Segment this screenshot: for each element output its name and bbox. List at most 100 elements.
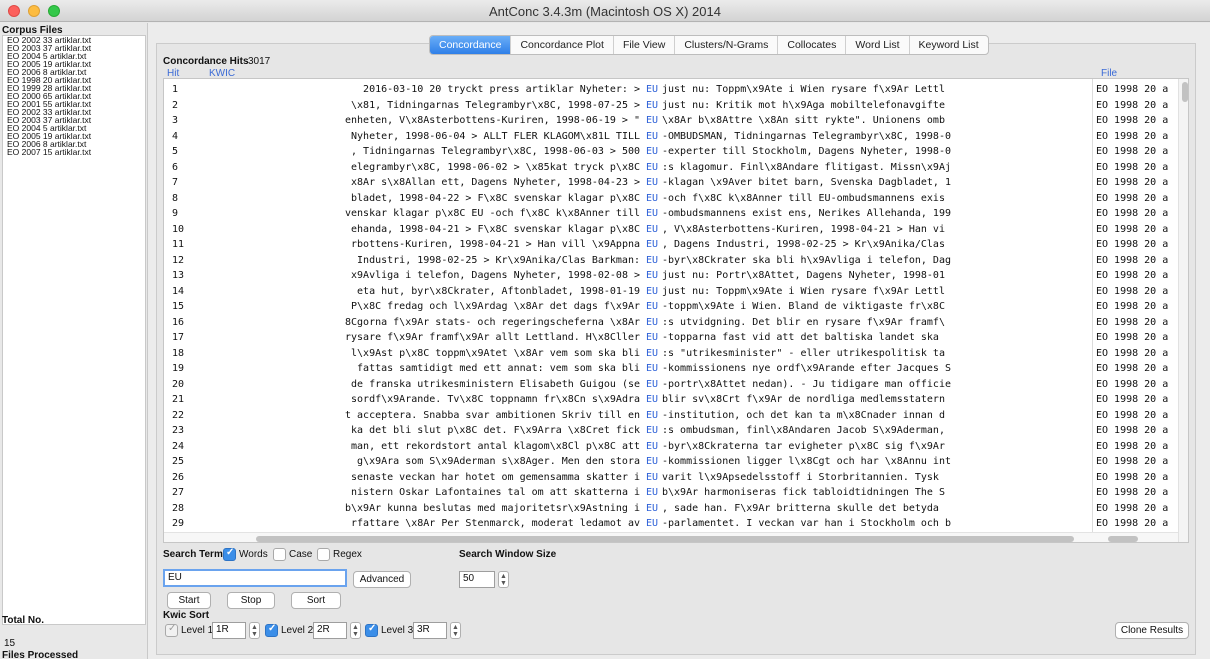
table-row[interactable]: 29 rfattare \x8Ar Per Stenmarck, moderat …: [164, 516, 1176, 532]
right-context: :s "utrikesminister" - eller utrikespoli…: [662, 347, 945, 359]
keyword: EU: [646, 487, 659, 498]
table-row[interactable]: 25 g\x9Ara som S\x9Aderman s\x8Ager. Men …: [164, 454, 1176, 470]
level2-stepper[interactable]: ▲ ▼: [350, 622, 361, 639]
table-row[interactable]: 15 P\x8C fredag och l\x9Ardag \x8Ar det d…: [164, 299, 1176, 315]
hit-number: 6: [172, 161, 179, 173]
level3-checkbox[interactable]: [365, 623, 378, 637]
table-row[interactable]: 19 fattas samtidigt med ett annat: vem so…: [164, 361, 1176, 377]
table-row[interactable]: 26 senaste veckan har hotet om gemensamma…: [164, 470, 1176, 486]
table-row[interactable]: 5 , Tidningarnas Telegrambyr\x8C, 1998-06…: [164, 144, 1176, 160]
tab-word-list[interactable]: Word List: [846, 36, 910, 54]
right-context: -och f\x8C k\x8Anner till EU-ombudsmanne…: [662, 192, 945, 204]
vertical-scrollbar[interactable]: [1178, 79, 1188, 542]
keyword: EU: [646, 239, 659, 250]
left-context: fattas samtidigt med ett annat: vem som …: [357, 363, 640, 374]
table-row[interactable]: 13 x9Avliga i telefon, Dagens Nyheter, 19…: [164, 268, 1176, 284]
right-context: -OMBUDSMAN, Tidningarnas Telegrambyr\x8C…: [662, 130, 951, 142]
keyword: EU: [646, 502, 659, 514]
words-checkbox-label: Words: [239, 549, 268, 560]
level3-input[interactable]: 3R: [413, 622, 447, 639]
level1-label: Level 1: [181, 625, 214, 636]
level3-stepper[interactable]: ▲ ▼: [450, 622, 461, 639]
keyword: EU: [646, 425, 659, 436]
search-window-size-input[interactable]: 50: [459, 571, 495, 588]
table-row[interactable]: 17 rysare f\x9Ar framf\x9Ar allt Lettland…: [164, 330, 1176, 346]
table-row[interactable]: 24 man, ett rekordstort antal klagom\x8Cl…: [164, 439, 1176, 455]
stop-button[interactable]: Stop: [227, 592, 275, 609]
level1-input[interactable]: 1R: [212, 622, 246, 639]
tab-collocates[interactable]: Collocates: [778, 36, 847, 54]
keyword: EU: [646, 471, 659, 483]
left-context: \x81, Tidningarnas Telegrambyr\x8C, 1998…: [351, 99, 640, 111]
vertical-scroll-thumb[interactable]: [1182, 82, 1188, 102]
left-context: senaste veckan har hotet om gemensamma s…: [351, 471, 640, 483]
table-row[interactable]: 18 l\x9Ast p\x8C toppm\x9Atet \x8Ar vem s…: [164, 346, 1176, 362]
files-processed-label: Files Processed: [2, 650, 79, 659]
tab-file-view[interactable]: File View: [614, 36, 676, 54]
table-row[interactable]: 7 x8Ar s\x8Allan ett, Dagens Nyheter, 199…: [164, 175, 1176, 191]
left-context: 2016-03-10 20 tryckt press artiklar Nyhe…: [363, 84, 640, 95]
table-row[interactable]: 1 2016-03-10 20 tryckt press artiklar Nyh…: [164, 82, 1176, 98]
concordance-table[interactable]: 1 2016-03-10 20 tryckt press artiklar Nyh…: [163, 78, 1189, 543]
left-context: rbottens-Kuriren, 1998-04-21 > Han vill …: [351, 239, 640, 250]
keyword: EU: [646, 409, 659, 421]
file-name: EO 1998 20 a: [1096, 146, 1169, 157]
keyword: EU: [646, 456, 659, 467]
case-checkbox[interactable]: [273, 548, 286, 561]
tab-concordance-plot[interactable]: Concordance Plot: [511, 36, 614, 54]
level1-stepper[interactable]: ▲ ▼: [249, 622, 260, 639]
regex-checkbox[interactable]: [317, 548, 330, 561]
file-name: EO 1998 20 a: [1096, 394, 1169, 405]
start-button[interactable]: Start: [167, 592, 211, 609]
table-row[interactable]: 20 de franska utrikesministern Elisabeth …: [164, 377, 1176, 393]
hit-number: 18: [172, 347, 185, 359]
level2-checkbox[interactable]: [265, 623, 278, 637]
left-context: , Tidningarnas Telegrambyr\x8C, 1998-06-…: [351, 146, 640, 157]
table-row[interactable]: 27 nistern Oskar Lafontaines tal om att s…: [164, 485, 1176, 501]
table-row[interactable]: 12 Industri, 1998-02-25 > Kr\x9Anika/Clas…: [164, 253, 1176, 269]
table-row[interactable]: 9 venskar klagar p\x8C EU -och f\x8C k\x8…: [164, 206, 1176, 222]
keyword: EU: [646, 301, 659, 312]
sort-button[interactable]: Sort: [291, 592, 341, 609]
keyword: EU: [646, 363, 659, 374]
keyword: EU: [646, 440, 659, 452]
left-context: b\x9Ar kunna beslutas med majoritetsr\x9…: [344, 502, 640, 514]
table-row[interactable]: 28 b\x9Ar kunna beslutas med majoritetsr\…: [164, 501, 1176, 517]
file-name: EO 1998 20 a: [1096, 332, 1169, 343]
search-term-input[interactable]: EU: [163, 569, 347, 587]
window-size-stepper[interactable]: ▲ ▼: [498, 571, 509, 588]
level1-checkbox[interactable]: [165, 623, 178, 637]
table-row[interactable]: 2 \x81, Tidningarnas Telegrambyr\x8C, 199…: [164, 98, 1176, 114]
table-row[interactable]: 23 ka det bli slut p\x8C det. F\x9Arra \x…: [164, 423, 1176, 439]
level2-input[interactable]: 2R: [313, 622, 347, 639]
right-context: just nu: Toppm\x9Ate i Wien rysare f\x9A…: [662, 285, 945, 297]
table-row[interactable]: 14 eta hut, byr\x8Ckrater, Aftonbladet, 1…: [164, 284, 1176, 300]
table-row[interactable]: 3 enheten, V\x8Asterbottens-Kuriren, 1998…: [164, 113, 1176, 129]
table-row[interactable]: 8 bladet, 1998-04-22 > F\x8C svenskar kla…: [164, 191, 1176, 207]
words-checkbox[interactable]: [223, 547, 236, 561]
file-scroll-thumb[interactable]: [1108, 536, 1138, 542]
advanced-button[interactable]: Advanced: [353, 571, 411, 588]
keyword: EU: [646, 270, 659, 281]
horizontal-scrollbar[interactable]: [164, 532, 1178, 542]
tab-clusters-n-grams[interactable]: Clusters/N-Grams: [675, 36, 779, 54]
hit-number: 12: [172, 254, 185, 266]
table-row[interactable]: 6 elegrambyr\x8C, 1998-06-02 > \x85kat tr…: [164, 160, 1176, 176]
total-files-value: 15: [4, 638, 16, 649]
file-name: EO 1998 20 a: [1096, 316, 1169, 328]
table-row[interactable]: 21 sordf\x9Arande. Tv\x8C toppnamn fr\x8C…: [164, 392, 1176, 408]
left-context: eta hut, byr\x8Ckrater, Aftonbladet, 199…: [357, 285, 640, 297]
corpus-file-list[interactable]: EO 2002 33 artiklar.txt EO 2003 37 artikl…: [2, 35, 146, 625]
kwic-scroll-thumb[interactable]: [256, 536, 1074, 542]
tab-keyword-list[interactable]: Keyword List: [910, 36, 988, 54]
clone-results-button[interactable]: Clone Results: [1115, 622, 1189, 639]
hit-number: 23: [172, 425, 185, 436]
table-row[interactable]: 4 Nyheter, 1998-06-04 > ALLT FLER KLAGOM\…: [164, 129, 1176, 145]
table-row[interactable]: 11 rbottens-Kuriren, 1998-04-21 > Han vil…: [164, 237, 1176, 253]
table-row[interactable]: 22 t acceptera. Snabba svar ambitionen Sk…: [164, 408, 1176, 424]
table-row[interactable]: 10 ehanda, 1998-04-21 > F\x8C svenskar kl…: [164, 222, 1176, 238]
corpus-file-item[interactable]: EO 2007 15 artiklar.txt: [3, 148, 145, 157]
search-window-size-label: Search Window Size: [459, 549, 557, 560]
table-row[interactable]: 16 8Cgorna f\x9Ar stats- och regeringsche…: [164, 315, 1176, 331]
tab-concordance[interactable]: Concordance: [430, 36, 512, 54]
